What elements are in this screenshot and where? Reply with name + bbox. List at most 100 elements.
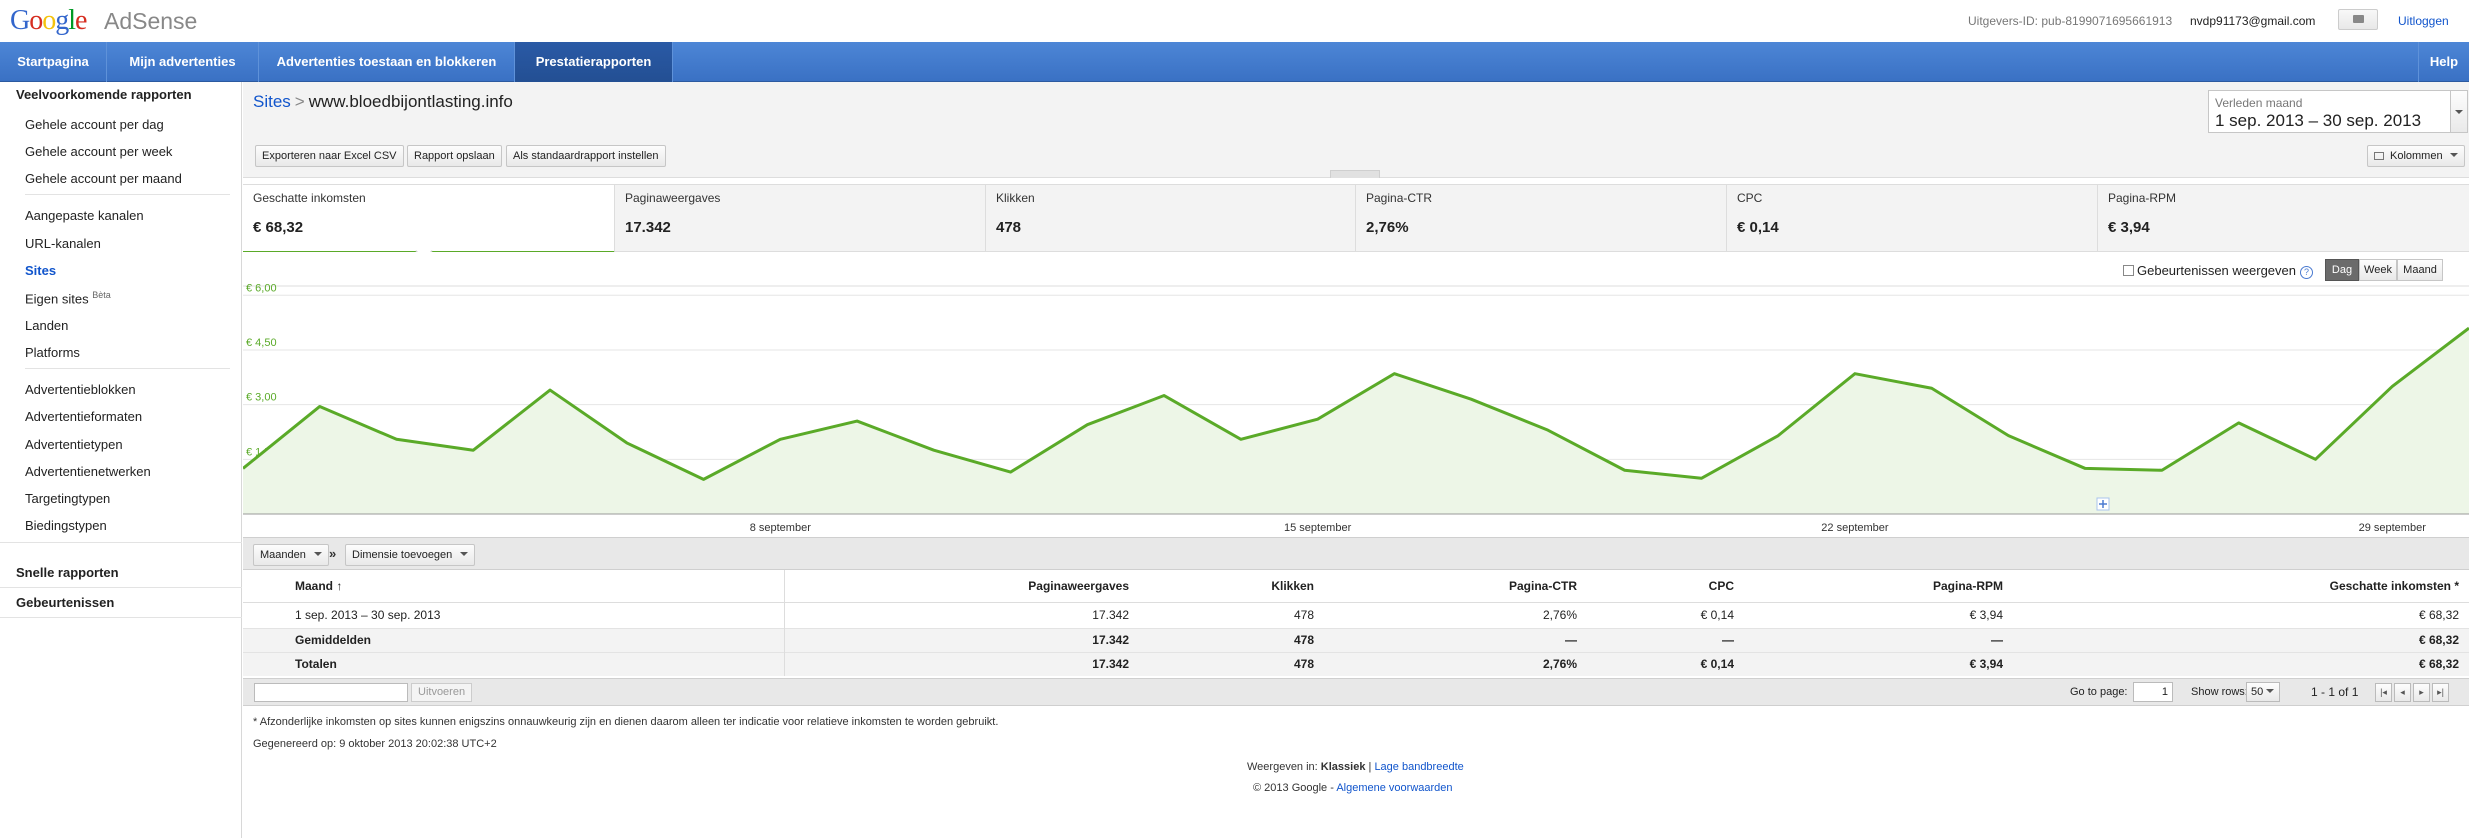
sidebar-divider [0, 542, 242, 543]
add-dimension-button[interactable]: Dimensie toevoegen [345, 544, 476, 566]
tab-performance-reports[interactable]: Prestatierapporten [515, 42, 673, 82]
events-toggle-label: Gebeurtenissen weergeven [2137, 263, 2296, 278]
sidebar-item-own-sites[interactable]: Eigen sites Bèta [25, 290, 111, 306]
metric-tab-rpm[interactable]: Pagina-RPM € 3,94 [2098, 185, 2469, 253]
table-header-row: Maand ↑ Paginaweergaves Klikken Pagina-C… [243, 570, 2469, 603]
save-report-button[interactable]: Rapport opslaan [407, 145, 502, 167]
last-page-icon[interactable]: ▸| [2432, 683, 2449, 702]
sort-asc-icon: ↑ [336, 578, 343, 593]
sidebar-item-ad-units[interactable]: Advertentieblokken [25, 382, 136, 397]
metric-tab-pageviews[interactable]: Paginaweergaves 17.342 [615, 185, 986, 253]
messages-button[interactable] [2338, 9, 2378, 30]
google-logo[interactable]: Google [10, 5, 87, 37]
metric-label: Paginaweergaves [625, 191, 721, 205]
sidebar-item-bid-types[interactable]: Biedingstypen [25, 518, 107, 533]
granularity-month-button[interactable]: Maand [2397, 259, 2443, 281]
table-cell: € 3,94 [1969, 608, 2003, 622]
metric-label: Pagina-RPM [2108, 191, 2177, 205]
collapse-handle[interactable] [1330, 170, 1380, 178]
set-default-report-button[interactable]: Als standaardrapport instellen [506, 145, 666, 167]
beta-badge: Bèta [92, 290, 111, 300]
account-email[interactable]: nvdp91173@gmail.com [2190, 14, 2315, 28]
sidebar-item-custom-channels[interactable]: Aangepaste kanalen [25, 208, 144, 223]
dimension-select[interactable]: Maanden [253, 544, 329, 566]
table-cell: 478 [1139, 627, 1324, 652]
tab-allow-block-ads[interactable]: Advertenties toestaan en blokkeren [259, 42, 515, 82]
generated-timestamp: Gegenereerd op: 9 oktober 2013 20:02:38 … [253, 738, 497, 750]
sidebar-item-sites[interactable]: Sites [25, 263, 56, 278]
metric-label: Geschatte inkomsten [253, 191, 366, 205]
breadcrumb-sites-link[interactable]: Sites [253, 92, 291, 111]
goto-page-input[interactable]: 1 [2133, 682, 2173, 702]
filter-input[interactable] [254, 683, 408, 702]
export-csv-button[interactable]: Exporteren naar Excel CSV [255, 145, 404, 167]
message-icon [2353, 15, 2364, 23]
tab-my-ads[interactable]: Mijn advertenties [107, 42, 259, 82]
sidebar-item-account-day[interactable]: Gehele account per dag [25, 117, 164, 132]
table-toolbar: Maanden » Dimensie toevoegen [243, 537, 2469, 570]
low-bandwidth-link[interactable]: Lage bandbreedte [1374, 761, 1463, 773]
sidebar: Veelvoorkomende rapporten Gehele account… [0, 82, 242, 838]
column-header-pageviews[interactable]: Paginaweergaves [784, 570, 1139, 603]
sidebar-item-account-month[interactable]: Gehele account per maand [25, 171, 182, 186]
prev-page-icon[interactable]: ◂ [2394, 683, 2411, 702]
columns-button[interactable]: Kolommen [2367, 145, 2465, 167]
metric-value: € 68,32 [253, 219, 304, 236]
show-rows-label: Show rows: [2191, 686, 2248, 698]
tab-home[interactable]: Startpagina [0, 42, 107, 82]
events-toggle[interactable]: Gebeurtenissen weergeven? [2123, 263, 2313, 279]
columns-label: Kolommen [2390, 150, 2443, 162]
sidebar-item-account-week[interactable]: Gehele account per week [25, 144, 172, 159]
metric-tab-cpc[interactable]: CPC € 0,14 [1727, 185, 2098, 253]
metric-tab-ctr[interactable]: Pagina-CTR 2,76% [1356, 185, 1727, 253]
column-header-label: Maand [295, 578, 334, 593]
table-cell: 2,76% [1542, 608, 1577, 622]
sidebar-item-ad-sizes[interactable]: Advertentieformaten [25, 409, 142, 424]
metric-tab-clicks[interactable]: Klikken 478 [986, 185, 1356, 253]
chevron-down-icon [2449, 153, 2458, 157]
column-header-ctr[interactable]: Pagina-CTR [1324, 570, 1587, 603]
sidebar-item-url-channels[interactable]: URL-kanalen [25, 236, 101, 251]
first-page-icon[interactable]: |◂ [2375, 683, 2392, 702]
events-checkbox[interactable] [2123, 265, 2134, 276]
column-header-rpm[interactable]: Pagina-RPM [1744, 570, 2013, 603]
sidebar-item-platforms[interactable]: Platforms [25, 345, 80, 360]
run-button[interactable]: Uitvoeren [411, 683, 473, 702]
pagination-bar: Uitvoeren Go to page: 1 Show rows: 50 1 … [243, 678, 2469, 706]
sidebar-item-countries[interactable]: Landen [25, 318, 68, 333]
top-header: Google AdSense Uitgevers-ID: pub-8199071… [0, 0, 2469, 42]
sidebar-quick-reports[interactable]: Snelle rapporten [16, 565, 119, 580]
next-page-icon[interactable]: ▸ [2413, 683, 2430, 702]
sidebar-heading-common[interactable]: Veelvoorkomende rapporten [16, 87, 192, 102]
metric-label: CPC [1737, 191, 1763, 205]
logout-link[interactable]: Uitloggen [2398, 14, 2449, 28]
terms-link[interactable]: Algemene voorwaarden [1336, 782, 1452, 794]
adsense-product-name: AdSense [104, 8, 198, 34]
column-header-cpc[interactable]: CPC [1587, 570, 1744, 603]
sidebar-item-ad-networks[interactable]: Advertentienetwerken [25, 464, 151, 479]
column-header-earnings[interactable]: Geschatte inkomsten * [2013, 570, 2469, 603]
sidebar-events[interactable]: Gebeurtenissen [16, 595, 114, 610]
date-range-picker[interactable]: Verleden maand 1 sep. 2013 – 30 sep. 201… [2208, 90, 2451, 133]
help-tab[interactable]: Help [2418, 42, 2469, 82]
x-tick-label: 29 september [2359, 522, 2427, 534]
y-tick-label: € 4,50 [246, 337, 277, 349]
sidebar-item-targeting-types[interactable]: Targetingtypen [25, 491, 110, 506]
view-mode: Weergeven in: Klassiek | Lage bandbreedt… [1247, 761, 1464, 773]
column-header-month[interactable]: Maand ↑ [243, 570, 785, 603]
column-header-clicks[interactable]: Klikken [1139, 570, 1324, 603]
granularity-week-button[interactable]: Week [2359, 259, 2397, 281]
table-cell: 478 [1139, 651, 1324, 676]
help-icon[interactable]: ? [2300, 266, 2313, 279]
table-cell: — [1587, 627, 1744, 652]
date-range-dropdown[interactable] [2451, 90, 2468, 133]
granularity-day-button[interactable]: Dag [2325, 259, 2359, 281]
show-rows-select[interactable]: 50 [2246, 682, 2280, 702]
sidebar-divider [25, 194, 230, 195]
metric-tab-earnings[interactable]: Geschatte inkomsten € 68,32 [243, 185, 615, 254]
sidebar-divider [25, 368, 230, 369]
sidebar-item-ad-types[interactable]: Advertentietypen [25, 437, 123, 452]
y-tick-label: € 3,00 [246, 392, 277, 404]
sidebar-divider [0, 587, 242, 588]
table-cell: € 68,32 [2013, 627, 2469, 652]
